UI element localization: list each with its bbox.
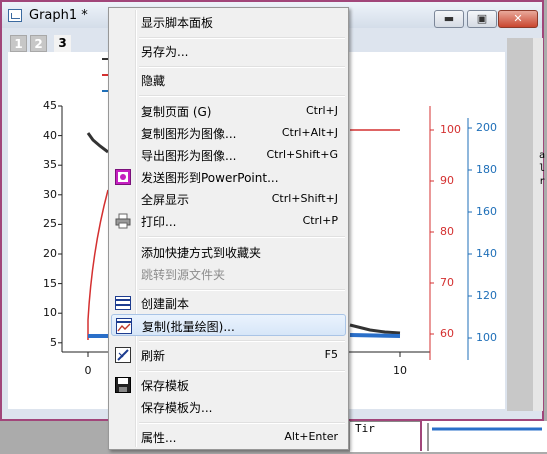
blue-axis-tick-label: 180 — [476, 163, 497, 176]
menu-item-label: 复制页面 (G) — [141, 105, 212, 119]
menu-item-shortcut: Alt+Enter — [284, 430, 338, 443]
menu-item-label: 全屏显示 — [141, 193, 190, 207]
context-menu: 显示脚本面板 另存为... 隐藏 复制页面 (G) Ctrl+J 复制图形为图像… — [108, 7, 349, 450]
menu-item-label: 复制(批量绘图)... — [142, 320, 235, 334]
menu-item-label: 另存为... — [141, 45, 189, 59]
left-axis-tick-label: 10 — [43, 306, 57, 320]
left-axis-tick-label: 25 — [43, 217, 57, 231]
duplicate-icon — [115, 296, 131, 310]
menu-item-send-to-powerpoint[interactable]: 发送图形到PowerPoint... — [111, 166, 346, 188]
minimize-button[interactable]: ▬ — [434, 10, 464, 28]
menu-item-shortcut: F5 — [324, 348, 338, 361]
menu-item-create-copy[interactable]: 创建副本 — [111, 292, 346, 314]
menu-item-shortcut: Ctrl+P — [302, 214, 338, 227]
refresh-icon — [115, 347, 131, 363]
menu-separator — [139, 236, 345, 238]
menu-separator — [139, 66, 345, 68]
printer-icon — [115, 213, 131, 229]
menu-item-label: 显示脚本面板 — [141, 16, 214, 30]
partial-side-text: a l r — [539, 149, 545, 188]
menu-item-label: 隐藏 — [141, 74, 166, 88]
side-char: a — [539, 150, 546, 161]
menu-item-shortcut: Ctrl+Shift+J — [271, 192, 338, 205]
menu-item-copy-graph-as-image[interactable]: 复制图形为图像... Ctrl+Alt+J — [111, 122, 346, 144]
side-char: r — [539, 176, 546, 187]
left-axis-tick-label: 30 — [43, 187, 57, 201]
menu-item-label: 属性... — [141, 431, 177, 445]
side-char: l — [539, 163, 546, 174]
menu-item-full-screen[interactable]: 全屏显示 Ctrl+Shift+J — [111, 188, 346, 210]
red-axis-tick-label: 100 — [440, 123, 461, 136]
menu-item-copy-page[interactable]: 复制页面 (G) Ctrl+J — [111, 100, 346, 122]
blue-axis-tick-label: 140 — [476, 247, 497, 260]
red-axis-tick-label: 90 — [440, 174, 454, 187]
blue-axis-tick-label: 120 — [476, 289, 497, 302]
menu-item-show-script-panel[interactable]: 显示脚本面板 — [111, 11, 346, 33]
menu-item-label: 保存模板为... — [141, 401, 213, 415]
menu-item-shortcut: Ctrl+J — [305, 104, 338, 117]
save-template-icon — [115, 377, 131, 393]
menu-item-label: 跳转到源文件夹 — [141, 268, 226, 282]
menu-item-label: 添加快捷方式到收藏夹 — [141, 246, 262, 260]
red-axis-tick-label: 70 — [440, 276, 454, 289]
menu-separator — [139, 289, 345, 291]
menu-item-go-to-source-folder: 跳转到源文件夹 — [111, 263, 346, 285]
menu-item-label: 发送图形到PowerPoint... — [141, 171, 279, 185]
left-axis-tick-label: 35 — [43, 158, 57, 172]
left-axis-tick-label: 40 — [43, 128, 57, 142]
worksheet-column-label: Tir — [355, 422, 375, 435]
layer-tab-3[interactable]: 3 — [54, 35, 71, 52]
menu-item-refresh[interactable]: 刷新 F5 — [111, 344, 346, 366]
graph-window-icon — [8, 9, 22, 22]
menu-item-save-template-as[interactable]: 保存模板为... — [111, 396, 346, 418]
powerpoint-icon — [115, 169, 131, 185]
close-button[interactable]: ✕ — [498, 10, 538, 28]
menu-separator — [139, 340, 345, 342]
secondary-graph-preview — [427, 423, 542, 451]
blue-axis-tick-label: 100 — [476, 331, 497, 344]
menu-item-label: 保存模板 — [141, 379, 190, 393]
menu-item-duplicate-batch-plotting[interactable]: 复制(批量绘图)... — [111, 314, 346, 336]
layer-tab-1[interactable]: 1 — [10, 35, 27, 52]
menu-item-save-as[interactable]: 另存为... — [111, 40, 346, 62]
batch-plot-icon — [116, 318, 132, 334]
menu-separator — [139, 422, 345, 424]
layer-tab-2[interactable]: 2 — [30, 35, 47, 52]
left-axis-tick-label: 20 — [43, 247, 57, 260]
menu-item-label: 创建副本 — [141, 297, 190, 311]
menu-separator — [139, 370, 345, 372]
menu-item-shortcut: Ctrl+Alt+J — [281, 126, 338, 139]
red-axis-tick-label: 80 — [440, 225, 454, 238]
menu-item-label: 打印... — [141, 215, 177, 229]
menu-item-shortcut: Ctrl+Shift+G — [266, 148, 338, 161]
restore-button[interactable]: ▣ — [467, 10, 497, 28]
left-axis-tick-label: 45 — [43, 99, 57, 112]
page-margin-right — [507, 38, 533, 411]
menu-item-label: 复制图形为图像... — [141, 127, 237, 141]
menu-separator — [139, 37, 345, 39]
menu-item-export-graph-as-image[interactable]: 导出图形为图像... Ctrl+Shift+G — [111, 144, 346, 166]
menu-item-properties[interactable]: 属性... Alt+Enter — [111, 426, 346, 448]
red-axis-tick-label: 60 — [440, 327, 454, 340]
x-axis-tick-label: 10 — [393, 364, 407, 377]
vertical-scrollbar[interactable] — [533, 38, 543, 411]
menu-item-label: 导出图形为图像... — [141, 149, 237, 163]
menu-item-add-shortcut-to-favorites[interactable]: 添加快捷方式到收藏夹 — [111, 241, 346, 263]
left-axis-tick-label: 15 — [43, 276, 57, 290]
blue-axis-tick-label: 200 — [476, 121, 497, 134]
menu-item-label: 刷新 — [141, 349, 166, 363]
menu-separator — [139, 95, 345, 97]
menu-item-print[interactable]: 打印... Ctrl+P — [111, 210, 346, 232]
x-axis-tick-label: 0 — [84, 364, 92, 377]
left-axis-tick-label: 5 — [50, 335, 57, 349]
menu-item-save-template[interactable]: 保存模板 — [111, 374, 346, 396]
secondary-graph-window[interactable] — [420, 421, 547, 451]
blue-axis-tick-label: 160 — [476, 205, 497, 218]
graph-window-title: Graph1 * — [29, 8, 88, 23]
menu-item-hide[interactable]: 隐藏 — [111, 69, 346, 91]
